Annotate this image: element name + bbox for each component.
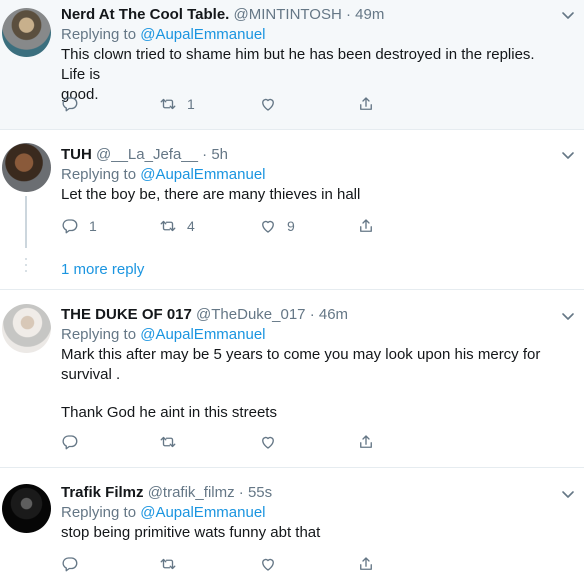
mention-link[interactable]: @AupalEmmanuel: [140, 166, 265, 183]
tweet-actions: 1: [61, 94, 381, 114]
replying-label: Replying to: [61, 326, 137, 343]
share-button[interactable]: [357, 216, 375, 236]
tweet-text-line: survival .: [61, 366, 121, 383]
share-button[interactable]: [357, 94, 375, 114]
tweet-header: Nerd At The Cool Table. @MINTINTOSH · 49…: [61, 5, 554, 25]
thread-line: [25, 196, 27, 248]
tweet[interactable]: Nerd At The Cool Table. @MINTINTOSH · 49…: [0, 0, 584, 130]
chevron-down-icon[interactable]: [560, 7, 576, 23]
like-button[interactable]: 9: [259, 216, 295, 236]
show-more-replies-link[interactable]: 1 more reply: [61, 260, 144, 280]
chevron-down-icon[interactable]: [560, 147, 576, 163]
timestamp[interactable]: 5h: [211, 146, 228, 163]
avatar[interactable]: [2, 484, 51, 533]
heart-icon: [259, 95, 277, 113]
tweet-text-line: Let the boy be, there are many thieves i…: [61, 186, 361, 203]
avatar[interactable]: [2, 304, 51, 353]
heart-icon: [259, 433, 277, 451]
reply-icon: [61, 433, 79, 451]
replying-label: Replying to: [61, 166, 137, 183]
retweet-count: 4: [187, 218, 195, 234]
separator-dot: ·: [202, 146, 208, 163]
timestamp[interactable]: 46m: [319, 306, 348, 323]
retweet-count: 1: [187, 96, 195, 112]
retweet-icon: [159, 217, 177, 235]
tweet-text-line: Mark this after may be 5 years to come y…: [61, 346, 541, 363]
user-handle[interactable]: @MINTINTOSH: [234, 6, 342, 23]
replying-to: Replying to @AupalEmmanuel: [61, 25, 554, 45]
retweet-button[interactable]: 4: [159, 216, 195, 236]
replying-to: Replying to @AupalEmmanuel: [61, 503, 554, 523]
share-icon: [357, 433, 375, 451]
tweet-text-line: Thank God he aint in this streets: [61, 404, 277, 421]
avatar[interactable]: [2, 8, 51, 57]
display-name[interactable]: Trafik Filmz: [61, 484, 144, 501]
tweet[interactable]: THE DUKE OF 017 @TheDuke_017 · 46m Reply…: [0, 290, 584, 468]
reply-count: 1: [89, 218, 97, 234]
tweet-actions: [61, 554, 381, 574]
display-name[interactable]: THE DUKE OF 017: [61, 306, 192, 323]
tweet-header: Trafik Filmz @trafik_filmz · 55s: [61, 483, 554, 503]
reply-button[interactable]: [61, 432, 89, 452]
user-handle[interactable]: @TheDuke_017: [196, 306, 305, 323]
chevron-down-icon[interactable]: [560, 486, 576, 502]
mention-link[interactable]: @AupalEmmanuel: [140, 504, 265, 521]
tweet-header: TUH @__La_Jefa__ · 5h: [61, 145, 554, 165]
user-handle[interactable]: @__La_Jefa__: [96, 146, 198, 163]
replying-label: Replying to: [61, 26, 137, 43]
tweet[interactable]: Trafik Filmz @trafik_filmz · 55s Replyin…: [0, 468, 584, 578]
tweet[interactable]: TUH @__La_Jefa__ · 5h Replying to @Aupal…: [0, 130, 584, 290]
tweet-text-line: [61, 385, 554, 403]
tweet-text: Let the boy be, there are many thieves i…: [61, 185, 554, 205]
thread-dots: [25, 258, 27, 276]
retweet-icon: [159, 95, 177, 113]
tweet-actions: 1 4 9: [61, 216, 381, 236]
display-name[interactable]: TUH: [61, 146, 92, 163]
heart-icon: [259, 555, 277, 573]
reply-button[interactable]: [61, 94, 89, 114]
retweet-button[interactable]: [159, 554, 187, 574]
display-name[interactable]: Nerd At The Cool Table.: [61, 6, 229, 23]
reply-icon: [61, 217, 79, 235]
reply-button[interactable]: [61, 554, 89, 574]
share-icon: [357, 217, 375, 235]
like-button[interactable]: [259, 94, 287, 114]
avatar[interactable]: [2, 143, 51, 192]
reply-icon: [61, 95, 79, 113]
timestamp[interactable]: 55s: [248, 484, 272, 501]
like-button[interactable]: [259, 554, 287, 574]
heart-icon: [259, 217, 277, 235]
share-icon: [357, 95, 375, 113]
tweet-actions: [61, 432, 381, 452]
tweet-header: THE DUKE OF 017 @TheDuke_017 · 46m: [61, 305, 554, 325]
tweet-text: Mark this after may be 5 years to come y…: [61, 345, 554, 423]
tweet-text-line: stop being primitive wats funny abt that: [61, 524, 321, 541]
retweet-button[interactable]: 1: [159, 94, 195, 114]
chevron-down-icon[interactable]: [560, 308, 576, 324]
share-button[interactable]: [357, 554, 375, 574]
mention-link[interactable]: @AupalEmmanuel: [140, 326, 265, 343]
user-handle[interactable]: @trafik_filmz: [148, 484, 235, 501]
replying-to: Replying to @AupalEmmanuel: [61, 325, 554, 345]
separator-dot: ·: [238, 484, 244, 501]
separator-dot: ·: [309, 306, 315, 323]
share-button[interactable]: [357, 432, 375, 452]
separator-dot: ·: [345, 6, 351, 23]
like-count: 9: [287, 218, 295, 234]
replying-label: Replying to: [61, 504, 137, 521]
retweet-icon: [159, 555, 177, 573]
timestamp[interactable]: 49m: [355, 6, 384, 23]
retweet-icon: [159, 433, 177, 451]
like-button[interactable]: [259, 432, 287, 452]
tweet-text: stop being primitive wats funny abt that: [61, 523, 554, 543]
retweet-button[interactable]: [159, 432, 187, 452]
reply-button[interactable]: 1: [61, 216, 97, 236]
reply-icon: [61, 555, 79, 573]
replying-to: Replying to @AupalEmmanuel: [61, 165, 554, 185]
mention-link[interactable]: @AupalEmmanuel: [140, 26, 265, 43]
share-icon: [357, 555, 375, 573]
tweet-text-line: This clown tried to shame him but he has…: [61, 46, 535, 83]
